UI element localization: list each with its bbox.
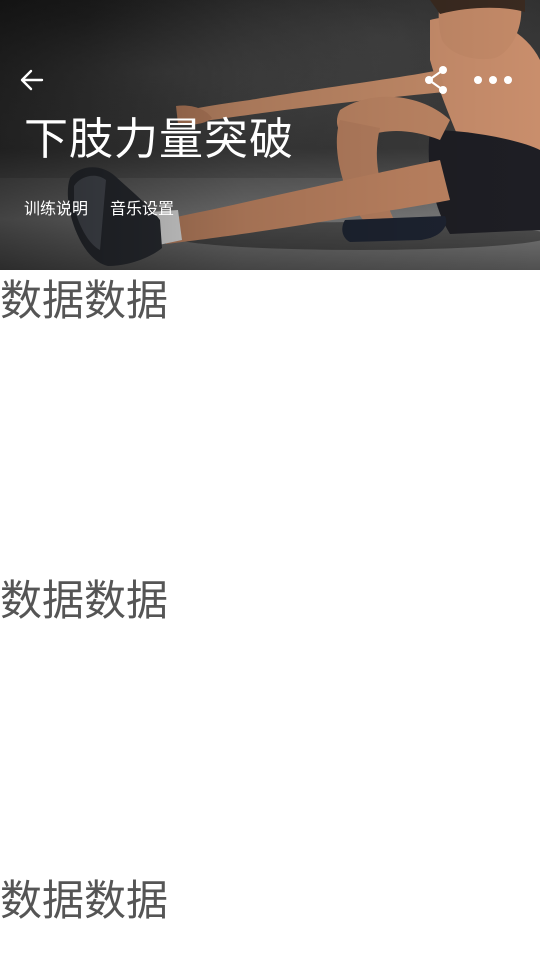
share-button[interactable] (418, 62, 454, 98)
tab-training-instructions[interactable]: 训练说明 (24, 196, 88, 222)
hero-subnav: 训练说明 音乐设置 (24, 196, 174, 222)
data-section-label: 数据数据 (0, 876, 169, 925)
data-section-label: 数据数据 (0, 276, 169, 325)
more-button[interactable] (470, 62, 516, 98)
arrow-left-icon (20, 69, 44, 91)
more-dots-icon (474, 76, 512, 84)
data-section-label: 数据数据 (0, 576, 169, 625)
tab-music-settings[interactable]: 音乐设置 (110, 196, 174, 222)
back-button[interactable] (14, 62, 50, 98)
share-icon (425, 66, 447, 94)
page-title: 下肢力量突破 (24, 114, 294, 165)
hero-banner: 下肢力量突破 训练说明 音乐设置 (0, 0, 540, 270)
